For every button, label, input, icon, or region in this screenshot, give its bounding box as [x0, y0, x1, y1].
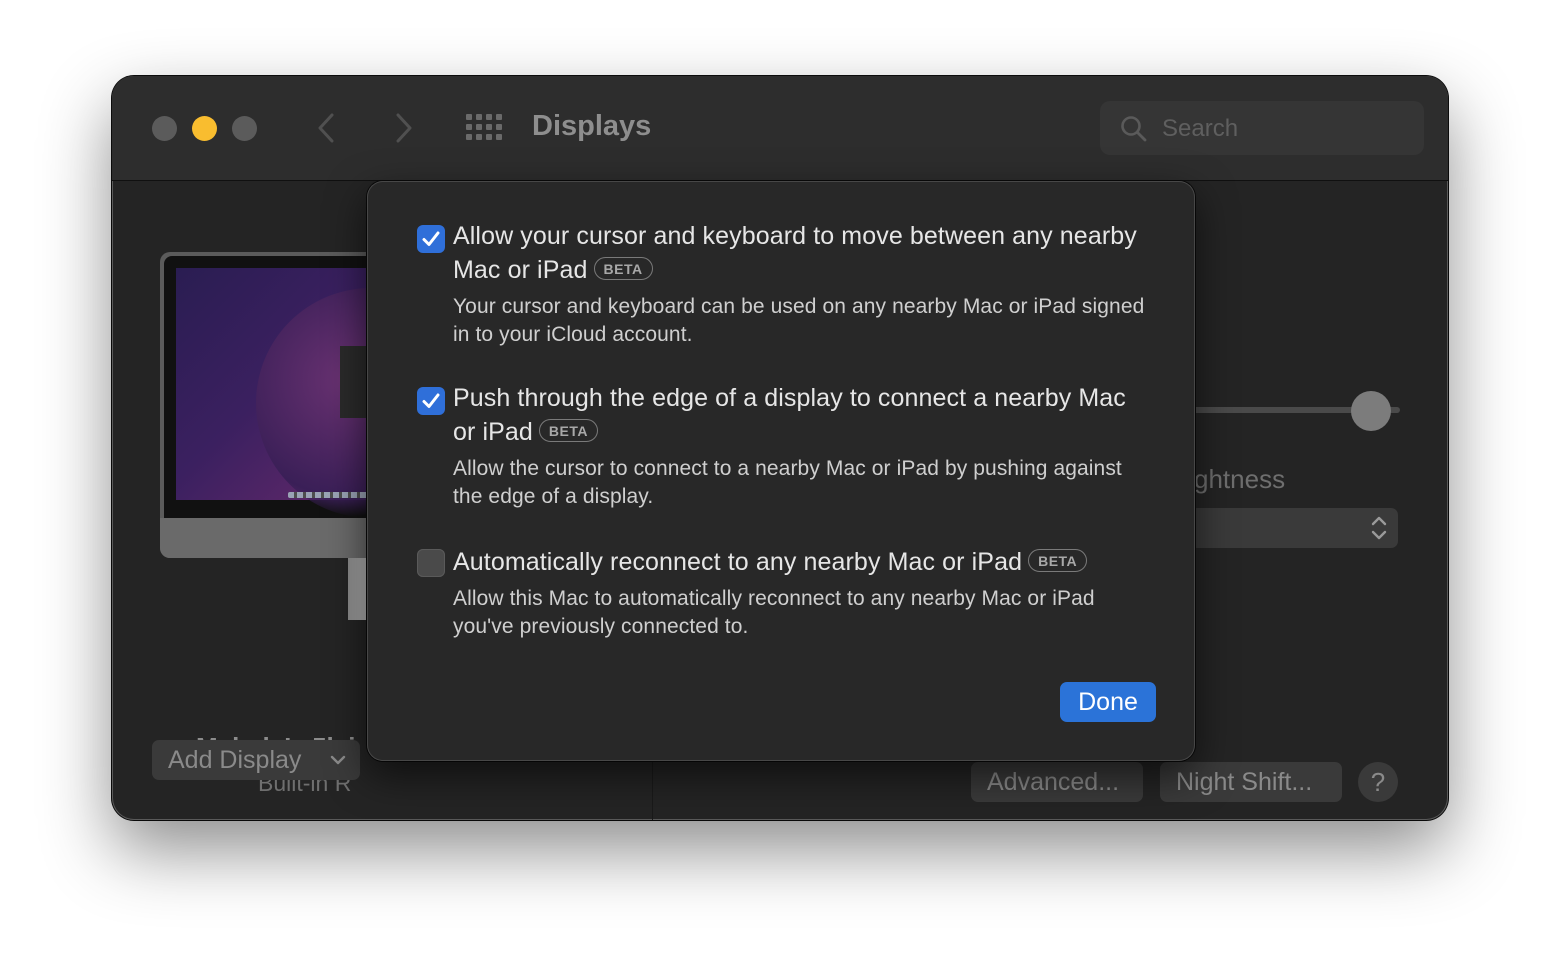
option-description: Allow this Mac to automatically reconnec…: [453, 587, 1095, 638]
back-button[interactable]: [310, 110, 344, 146]
beta-badge: BETA: [1028, 549, 1088, 572]
forward-button[interactable]: [386, 110, 420, 146]
window-title: Displays: [532, 110, 652, 142]
push-through-checkbox[interactable]: [417, 387, 445, 415]
search-field[interactable]: Search: [1100, 101, 1424, 155]
add-display-button[interactable]: Add Display: [152, 740, 360, 780]
universal-control-sheet: Allow your cursor and keyboard to move b…: [367, 181, 1195, 761]
add-display-label: Add Display: [168, 746, 302, 774]
help-button[interactable]: ?: [1358, 762, 1398, 802]
advanced-button[interactable]: Advanced...: [971, 762, 1143, 802]
search-placeholder: Search: [1162, 115, 1239, 142]
brightness-label: ghtness: [1194, 464, 1286, 494]
advanced-label: Advanced...: [987, 768, 1120, 796]
night-shift-label: Night Shift...: [1176, 768, 1313, 796]
option-title: Automatically reconnect to any nearby Ma…: [453, 548, 1023, 576]
preset-popup[interactable]: [1190, 508, 1398, 548]
pane-divider: [652, 762, 653, 820]
checkmark-icon: [422, 231, 440, 246]
titlebar: Displays Search: [112, 76, 1448, 181]
beta-badge: BETA: [593, 257, 653, 280]
checkmark-icon: [422, 393, 440, 408]
minimize-button[interactable]: [192, 116, 217, 141]
zoom-button[interactable]: [232, 116, 257, 141]
brightness-slider-knob[interactable]: [1351, 391, 1391, 431]
night-shift-button[interactable]: Night Shift...: [1160, 762, 1342, 802]
beta-badge: BETA: [538, 419, 598, 442]
auto-reconnect-checkbox[interactable]: [417, 549, 445, 577]
done-button[interactable]: Done: [1060, 682, 1156, 722]
option-description: Your cursor and keyboard can be used on …: [453, 295, 1145, 346]
forward-chevron-icon: [396, 113, 412, 143]
up-down-arrows-icon: [1371, 516, 1387, 540]
show-all-grid-icon[interactable]: [466, 114, 502, 142]
back-chevron-icon: [318, 113, 334, 143]
close-button[interactable]: [152, 116, 177, 141]
search-icon: [1121, 116, 1147, 142]
option-description: Allow the cursor to connect to a nearby …: [453, 457, 1122, 508]
option-title: Allow your cursor and keyboard to move b…: [453, 222, 1137, 284]
chevron-down-icon: [330, 755, 346, 765]
cursor-keyboard-checkbox[interactable]: [417, 225, 445, 253]
